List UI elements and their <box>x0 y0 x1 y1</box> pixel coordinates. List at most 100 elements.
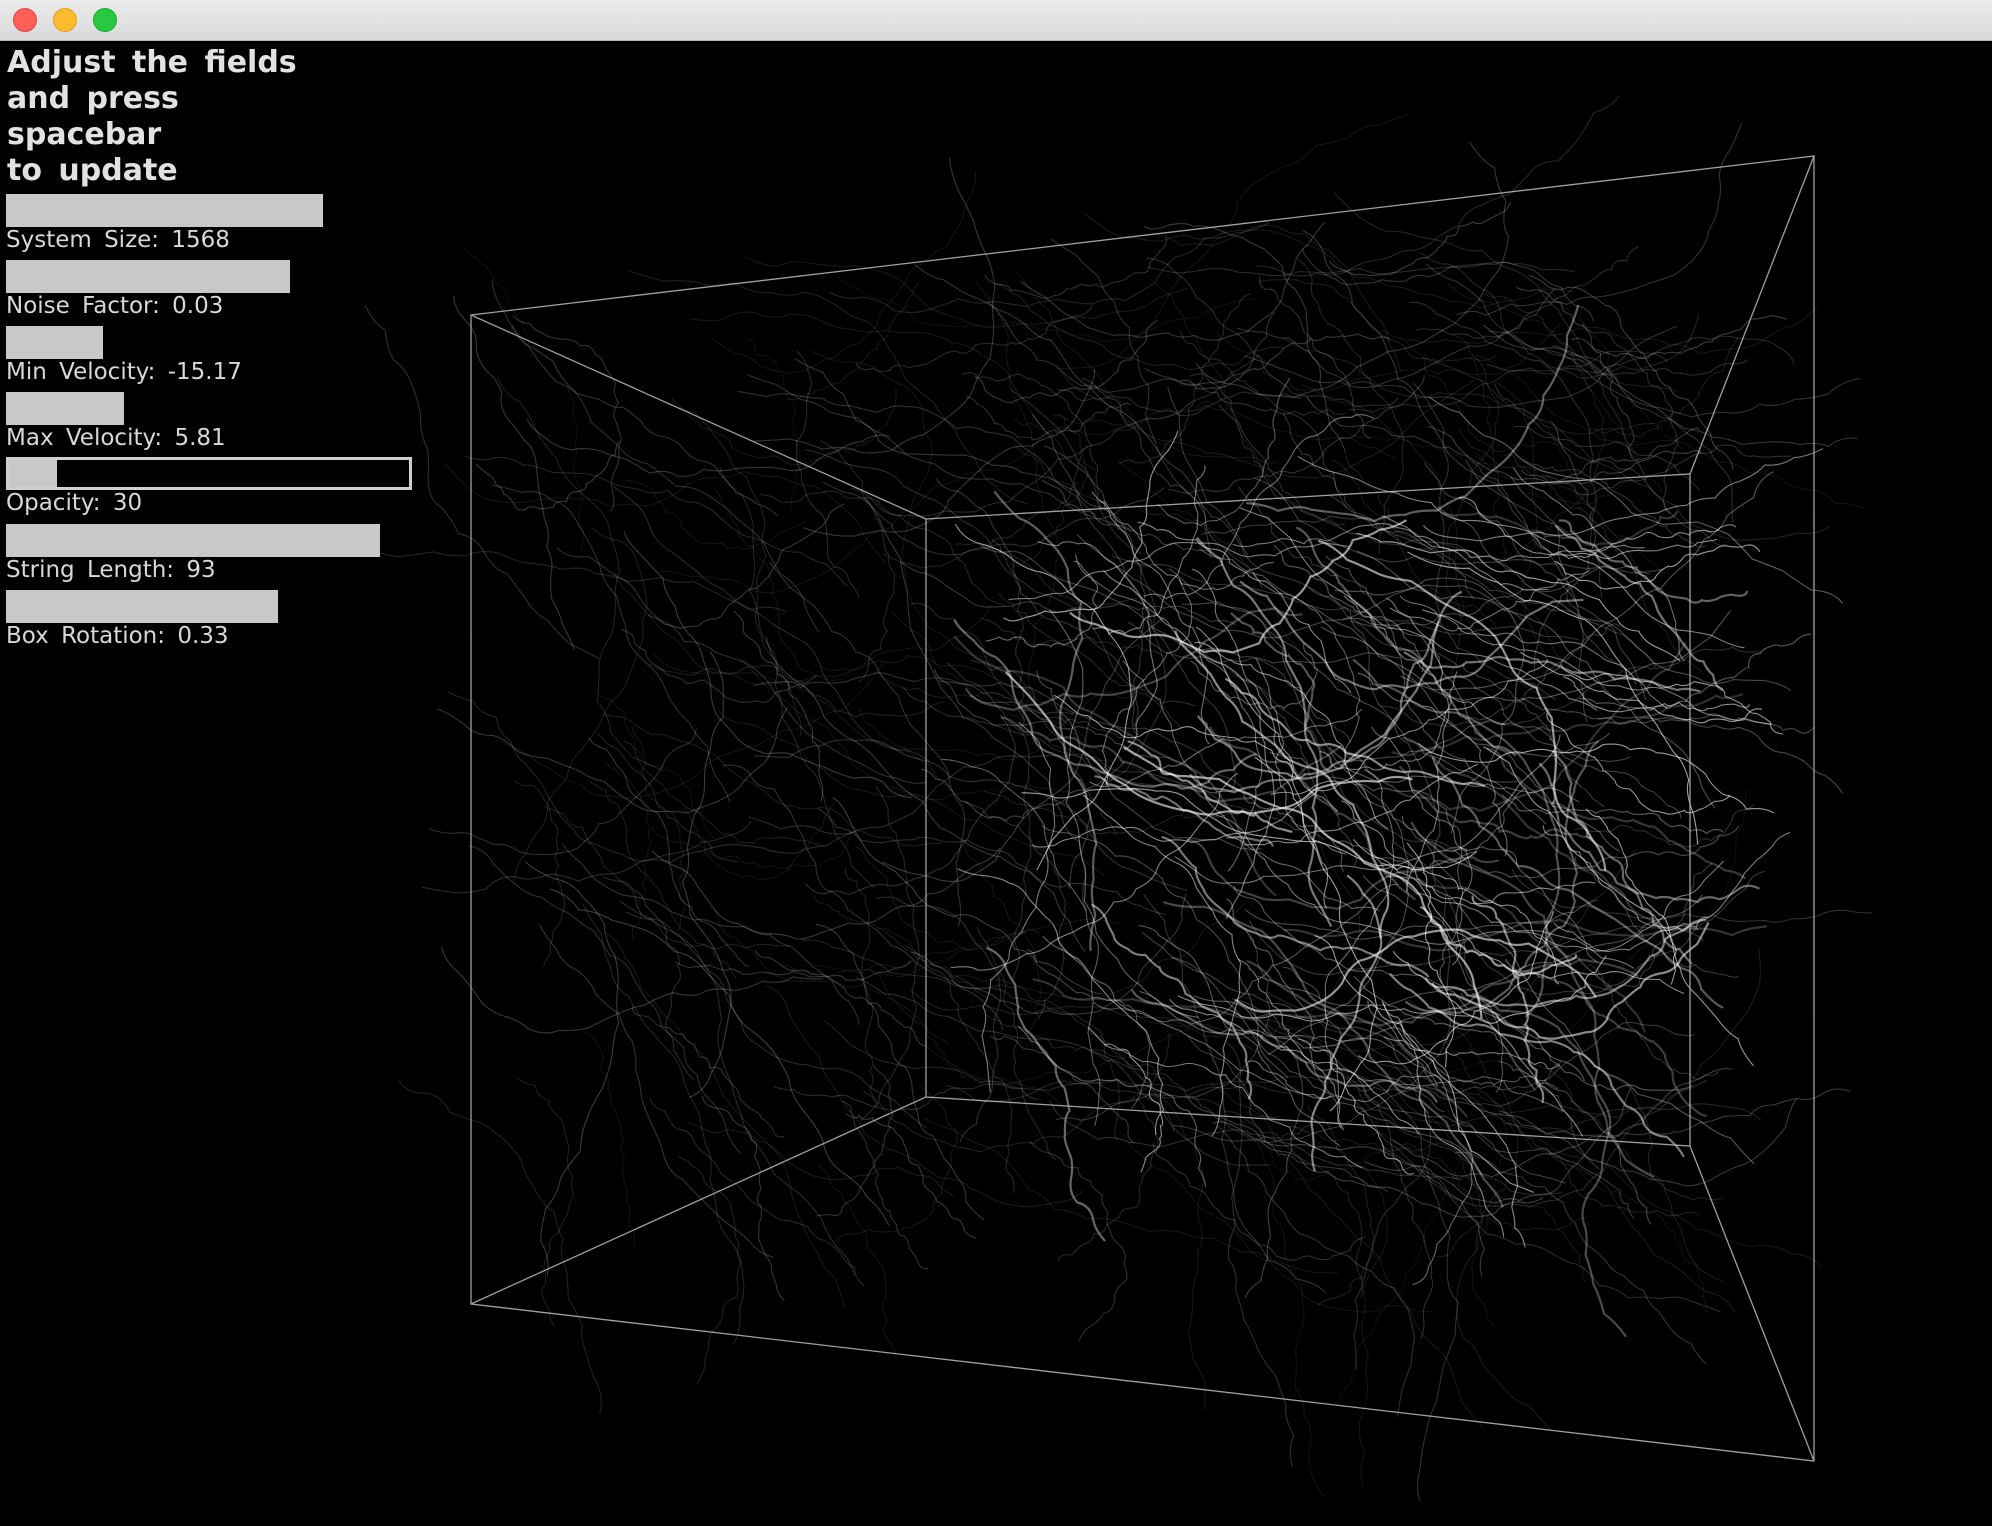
particle-string <box>1578 633 1811 712</box>
particle-string <box>1057 1098 1159 1263</box>
particle-string <box>1408 999 1735 1312</box>
slider-track[interactable] <box>6 590 412 623</box>
particle-string <box>1367 1000 1474 1286</box>
slider-noise-factor[interactable]: Noise Factor: 0.03 <box>6 260 412 320</box>
particle-string <box>1553 832 1791 953</box>
particle-string <box>468 845 742 1154</box>
particle-string <box>733 610 824 802</box>
particle-string <box>805 449 1196 707</box>
particle-string <box>1187 1035 1388 1192</box>
particle-string <box>1245 304 1580 523</box>
particle-string <box>1234 1113 1325 1498</box>
particle-string <box>841 1100 929 1270</box>
particle-string <box>822 481 1165 556</box>
slider-fill[interactable] <box>6 524 380 557</box>
particle-string <box>855 305 1093 372</box>
slider-fill[interactable] <box>6 590 279 623</box>
box-edge <box>470 314 927 520</box>
particle-string <box>1523 458 1706 548</box>
particle-string <box>1213 330 1501 471</box>
particle-string <box>620 629 817 704</box>
slider-track[interactable] <box>6 457 412 490</box>
slider-fill[interactable] <box>6 392 124 425</box>
slider-opacity[interactable]: Opacity: 30 <box>6 457 412 517</box>
slider-box-rotation[interactable]: Box Rotation: 0.33 <box>6 590 412 650</box>
close-button[interactable] <box>13 8 37 32</box>
app-window: Adjust the fields and press spacebar to … <box>0 0 1992 1526</box>
slider-label: System Size: 1568 <box>6 227 230 253</box>
particle-string <box>785 931 1027 978</box>
slider-fill[interactable] <box>9 460 57 487</box>
particle-string <box>689 311 1096 472</box>
particle-string <box>769 562 966 927</box>
slider-track[interactable] <box>6 392 412 425</box>
slider-label: Noise Factor: 0.03 <box>6 293 224 319</box>
minimize-button[interactable] <box>53 8 77 32</box>
particle-string <box>815 924 985 1220</box>
particle-string <box>1482 324 1858 448</box>
particle-string <box>475 441 620 511</box>
particle-string <box>1485 293 1678 393</box>
slider-track[interactable] <box>6 524 412 557</box>
particle-string <box>1127 622 1352 744</box>
slider-track[interactable] <box>6 260 412 293</box>
particle-string <box>1432 756 1724 1009</box>
slider-system-size[interactable]: System Size: 1568 <box>6 194 412 254</box>
particle-string <box>753 157 996 454</box>
particle-string <box>1499 1088 1851 1138</box>
particle-string <box>1329 201 1512 277</box>
particle-string <box>1028 1140 1128 1342</box>
particle-string <box>447 691 752 862</box>
slider-string-length[interactable]: String Length: 93 <box>6 524 412 584</box>
slider-min-velocity[interactable]: Min Velocity: -15.17 <box>6 326 412 386</box>
particle-string <box>981 722 1056 1093</box>
particle-string <box>629 270 1028 505</box>
particle-string <box>497 377 664 772</box>
particle-string <box>954 974 1120 1142</box>
particle-string <box>1471 1089 1508 1327</box>
particle-string <box>562 844 860 1026</box>
slider-label: Opacity: 30 <box>6 490 143 516</box>
slider-max-velocity[interactable]: Max Velocity: 5.81 <box>6 392 412 452</box>
particle-string <box>1152 1142 1365 1261</box>
particle-string <box>1381 1000 1526 1248</box>
maximize-button[interactable] <box>93 8 117 32</box>
particle-string <box>1087 1026 1164 1173</box>
particle-string <box>815 1065 894 1217</box>
particle-string <box>1217 1125 1416 1417</box>
particle-string <box>441 947 824 1034</box>
particle-string <box>1402 737 1699 931</box>
particle-string <box>795 350 860 598</box>
particle-string <box>829 222 1270 314</box>
slider-label: Min Velocity: -15.17 <box>6 359 242 385</box>
particle-string <box>957 868 1165 1136</box>
particle-string <box>514 780 566 967</box>
particle-string <box>1456 123 1743 316</box>
particle-string <box>1520 651 1763 724</box>
sketch-canvas[interactable]: Adjust the fields and press spacebar to … <box>0 41 1992 1526</box>
particle-string <box>1423 448 1824 542</box>
slider-fill[interactable] <box>6 326 104 359</box>
particle-string <box>512 315 622 512</box>
particle-string <box>603 714 943 847</box>
particle-string <box>1589 336 1739 438</box>
particle-string <box>595 691 715 839</box>
particle-string <box>1248 1121 1425 1182</box>
slider-label: Max Velocity: 5.81 <box>6 425 226 451</box>
particle-string <box>745 337 801 511</box>
title-bar[interactable] <box>0 0 1992 41</box>
slider-track[interactable] <box>6 326 412 359</box>
particle-string <box>1415 246 1639 339</box>
slider-fill[interactable] <box>6 260 291 293</box>
particle-string <box>953 619 1257 790</box>
particle-string <box>460 245 584 551</box>
slider-fill[interactable] <box>6 194 323 227</box>
particle-string <box>464 455 848 587</box>
particle-string <box>1099 500 1210 745</box>
slider-track[interactable] <box>6 194 412 227</box>
instructions-text: Adjust the fields and press spacebar to … <box>7 45 297 188</box>
particle-string <box>754 950 927 1047</box>
particle-string <box>678 1156 743 1384</box>
particle-string <box>1089 1051 1316 1141</box>
particle-string <box>428 727 697 856</box>
